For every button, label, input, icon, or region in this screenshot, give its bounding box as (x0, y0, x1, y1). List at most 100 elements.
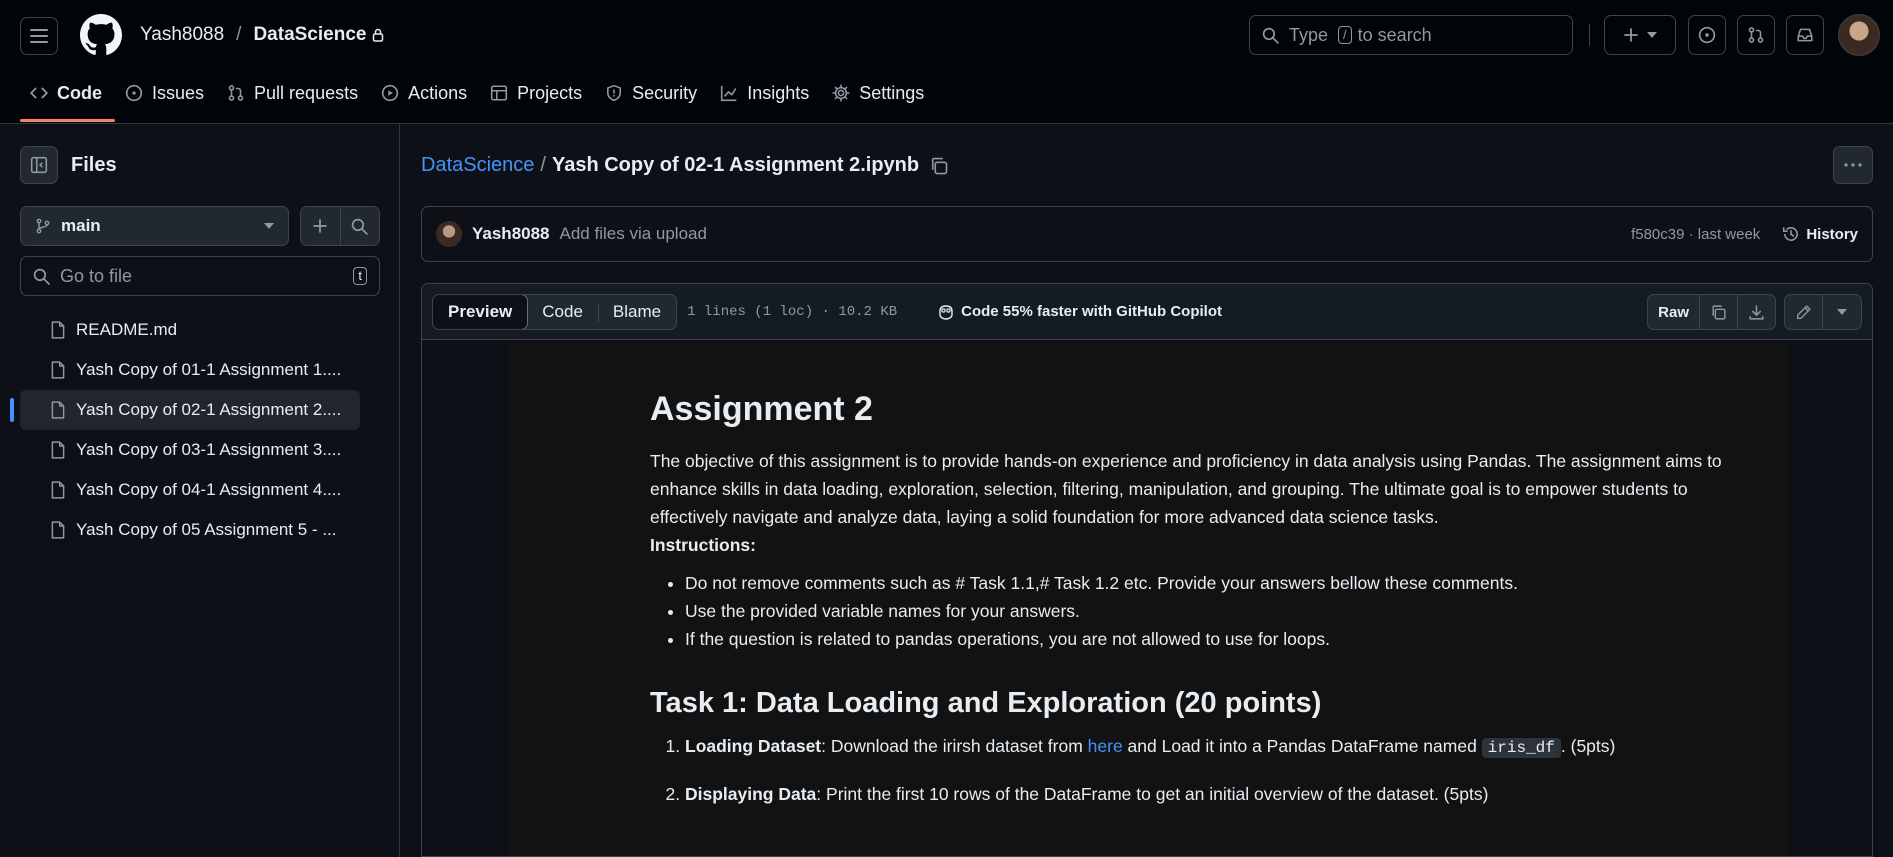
file-item[interactable]: Yash Copy of 05 Assignment 5 - ... (20, 510, 360, 550)
copilot-promo-link[interactable]: Code 55% faster with GitHub Copilot (937, 303, 1222, 320)
list-item: Use the provided variable names for your… (685, 597, 1730, 625)
commit-meta[interactable]: f580c39 · last week (1631, 226, 1760, 243)
file-viewer-header: Preview Code Blame 1 lines (1 loc) · 10.… (422, 284, 1872, 340)
file-name: Yash Copy of 05 Assignment 5 - ... (76, 520, 337, 539)
tab-actions[interactable]: Actions (371, 72, 480, 120)
edit-options-dropdown[interactable] (1823, 295, 1861, 329)
file-item[interactable]: Yash Copy of 03-1 Assignment 3.... (20, 430, 360, 470)
tab-pull-requests-label: Pull requests (254, 82, 359, 103)
instructions-label: Instructions: (650, 531, 1730, 559)
file-actions-group (300, 206, 380, 246)
issues-button[interactable] (1688, 15, 1726, 55)
file-name: Yash Copy of 04-1 Assignment 4.... (76, 480, 342, 499)
notebook-title: Assignment 2 (650, 390, 873, 428)
go-to-file-placeholder: Go to file (60, 265, 133, 286)
list-item: Loading Dataset: Download the irirsh dat… (685, 732, 1730, 762)
search-placeholder-prefix: Type (1289, 24, 1329, 45)
menu-button[interactable] (20, 17, 58, 55)
pencil-icon (1796, 304, 1811, 319)
inbox-button[interactable] (1786, 15, 1824, 55)
more-options-button[interactable] (1833, 146, 1873, 184)
notebook-intro: The objective of this assignment is to p… (650, 451, 1722, 527)
copilot-icon (939, 304, 953, 320)
file-icon (51, 361, 65, 379)
edit-file-button[interactable] (1785, 295, 1823, 329)
search-input[interactable]: Type / to search (1249, 15, 1573, 55)
sidebar-title: Files (71, 154, 117, 176)
tab-settings[interactable]: Settings (822, 72, 937, 120)
inbox-icon (1797, 28, 1813, 42)
tab-code[interactable]: Code (20, 72, 115, 122)
go-to-file-shortcut: t (353, 267, 367, 285)
plus-icon (1624, 28, 1638, 42)
file-list: README.md Yash Copy of 01-1 Assignment 1… (10, 310, 360, 550)
branch-selector[interactable]: main (20, 206, 289, 246)
user-avatar[interactable] (1838, 14, 1880, 56)
task1-list: Loading Dataset: Download the irirsh dat… (685, 732, 1730, 808)
tab-insights-label: Insights (747, 82, 810, 103)
tab-security[interactable]: Security (595, 72, 710, 120)
commit-message[interactable]: Add files via upload (560, 224, 707, 244)
history-button[interactable]: History (1782, 225, 1858, 243)
search-shortcut-key: / (1338, 26, 1352, 44)
tab-code-label: Code (57, 82, 102, 103)
graph-icon (721, 85, 737, 102)
collapse-sidebar-button[interactable] (20, 146, 58, 184)
task-item-text: and Load it into a Pandas DataFrame name… (1122, 736, 1482, 756)
go-to-file-input[interactable]: Go to file t (20, 256, 380, 296)
top-header: Yash8088 / DataScience Type / to search … (0, 0, 1893, 124)
latest-commit-bar: Yash8088 Add files via upload f580c39 · … (421, 206, 1873, 262)
dataset-link[interactable]: here (1088, 736, 1123, 756)
search-files-button[interactable] (341, 207, 380, 245)
file-name: Yash Copy of 01-1 Assignment 1.... (76, 360, 342, 379)
file-item[interactable]: Yash Copy of 04-1 Assignment 4.... (20, 470, 360, 510)
tab-code-view[interactable]: Code (527, 295, 598, 329)
owner-link[interactable]: Yash8088 (140, 24, 224, 46)
commit-author-avatar[interactable] (436, 221, 462, 247)
file-title: Yash Copy of 02-1 Assignment 2.ipynb (551, 154, 920, 176)
copy-icon[interactable] (929, 156, 949, 176)
repo-link[interactable]: DataScience (253, 24, 366, 46)
file-item[interactable]: README.md (20, 310, 360, 350)
hamburger-icon (30, 29, 48, 43)
github-logo-icon[interactable] (80, 14, 122, 56)
tab-blame[interactable]: Blame (597, 295, 676, 329)
task-item-text: . (5pts) (1560, 736, 1616, 756)
pull-requests-button[interactable] (1737, 15, 1775, 55)
repo-root-link[interactable]: DataScience (421, 154, 534, 177)
issue-opened-icon (1698, 26, 1716, 44)
triangle-down-icon (1647, 32, 1657, 38)
file-item-selected[interactable]: Yash Copy of 02-1 Assignment 2.... (10, 390, 360, 430)
file-name: README.md (76, 320, 178, 339)
tab-insights[interactable]: Insights (710, 72, 822, 120)
tab-preview[interactable]: Preview (433, 294, 529, 329)
play-icon (381, 84, 399, 102)
instructions-list: Do not remove comments such as # Task 1.… (685, 569, 1730, 653)
task-item-title: Displaying Data (685, 784, 817, 804)
task-item-text: : Download the irirsh dataset from (821, 736, 1088, 756)
issue-icon (125, 84, 143, 102)
list-item: Displaying Data: Print the first 10 rows… (685, 780, 1730, 808)
file-icon (51, 441, 65, 459)
tab-projects[interactable]: Projects (480, 72, 595, 120)
commit-author[interactable]: Yash8088 (472, 224, 550, 244)
file-item[interactable]: Yash Copy of 01-1 Assignment 1.... (20, 350, 360, 390)
kebab-horizontal-icon (1844, 163, 1862, 167)
triangle-down-icon (264, 223, 274, 229)
copy-icon (1712, 304, 1726, 320)
git-branch-icon (36, 218, 50, 234)
tab-issues[interactable]: Issues (115, 72, 217, 120)
file-view: DataScience / Yash Copy of 02-1 Assignme… (401, 124, 1893, 857)
raw-button[interactable]: Raw (1648, 295, 1700, 329)
search-icon (351, 218, 369, 235)
download-icon (1749, 304, 1764, 320)
list-item: If the question is related to pandas ope… (685, 625, 1730, 653)
file-icon (51, 321, 65, 339)
create-new-button[interactable] (1604, 15, 1676, 55)
notebook-content: Assignment 2 The objective of this assig… (650, 390, 1730, 826)
add-file-button[interactable] (301, 207, 341, 245)
download-button[interactable] (1738, 295, 1775, 329)
tab-pull-requests[interactable]: Pull requests (217, 72, 371, 120)
repo-nav: Code Issues Pull requests Actions Projec… (20, 72, 937, 124)
copy-raw-button[interactable] (1700, 295, 1738, 329)
